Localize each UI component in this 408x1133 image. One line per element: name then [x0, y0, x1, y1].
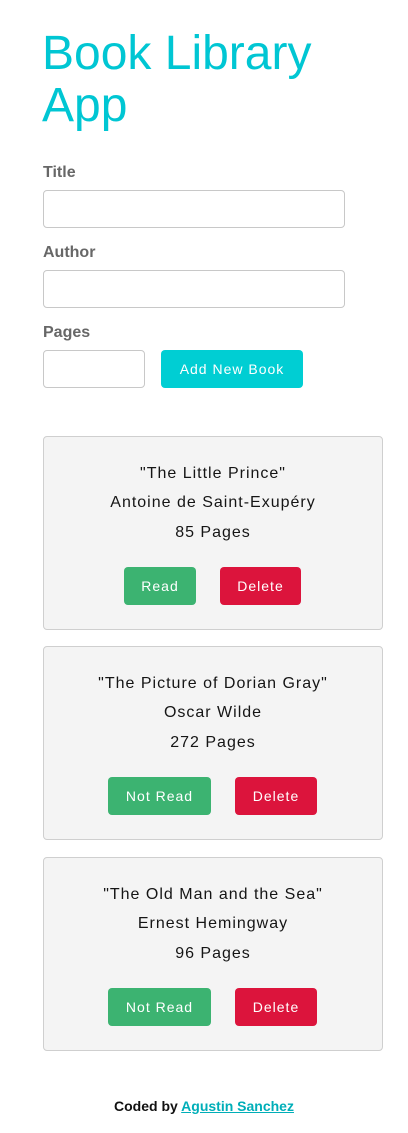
read-status-button[interactable]: Not Read — [108, 777, 211, 815]
author-input[interactable] — [43, 270, 345, 308]
book-author: Antoine de Saint-Exupéry — [110, 494, 316, 511]
book-card: "The Little Prince" Antoine de Saint-Exu… — [43, 436, 383, 630]
book-author: Oscar Wilde — [163, 704, 263, 721]
book-card: "The Picture of Dorian Gray" Oscar Wilde… — [43, 646, 383, 840]
book-title: "The Old Man and the Sea" — [103, 886, 323, 903]
book-pages: 85 Pages — [175, 524, 251, 541]
book-author: Ernest Hemingway — [137, 915, 289, 932]
book-title: "The Little Prince" — [140, 465, 286, 482]
title-label: Title — [43, 164, 76, 181]
page-title: Book Library App — [42, 27, 312, 132]
book-card: "The Old Man and the Sea" Ernest Hemingw… — [43, 857, 383, 1051]
author-label: Author — [43, 244, 96, 261]
add-new-book-button[interactable]: Add New Book — [161, 350, 303, 388]
title-input[interactable] — [43, 190, 345, 228]
book-title: "The Picture of Dorian Gray" — [98, 675, 328, 692]
footer-prefix: Coded by — [114, 1098, 178, 1114]
book-pages: 96 Pages — [175, 945, 251, 962]
delete-book-button[interactable]: Delete — [235, 988, 317, 1026]
pages-label: Pages — [43, 324, 91, 341]
footer-credit: Coded by Agustin Sanchez — [0, 1098, 408, 1114]
pages-input[interactable] — [43, 350, 145, 388]
read-status-button[interactable]: Read — [124, 567, 196, 605]
read-status-button[interactable]: Not Read — [108, 988, 211, 1026]
delete-book-button[interactable]: Delete — [235, 777, 317, 815]
book-pages: 272 Pages — [170, 734, 256, 751]
author-link[interactable]: Agustin Sanchez — [181, 1098, 294, 1114]
delete-book-button[interactable]: Delete — [220, 567, 301, 605]
book-library-page: Book Library App Title Author Pages Add … — [0, 0, 408, 1133]
